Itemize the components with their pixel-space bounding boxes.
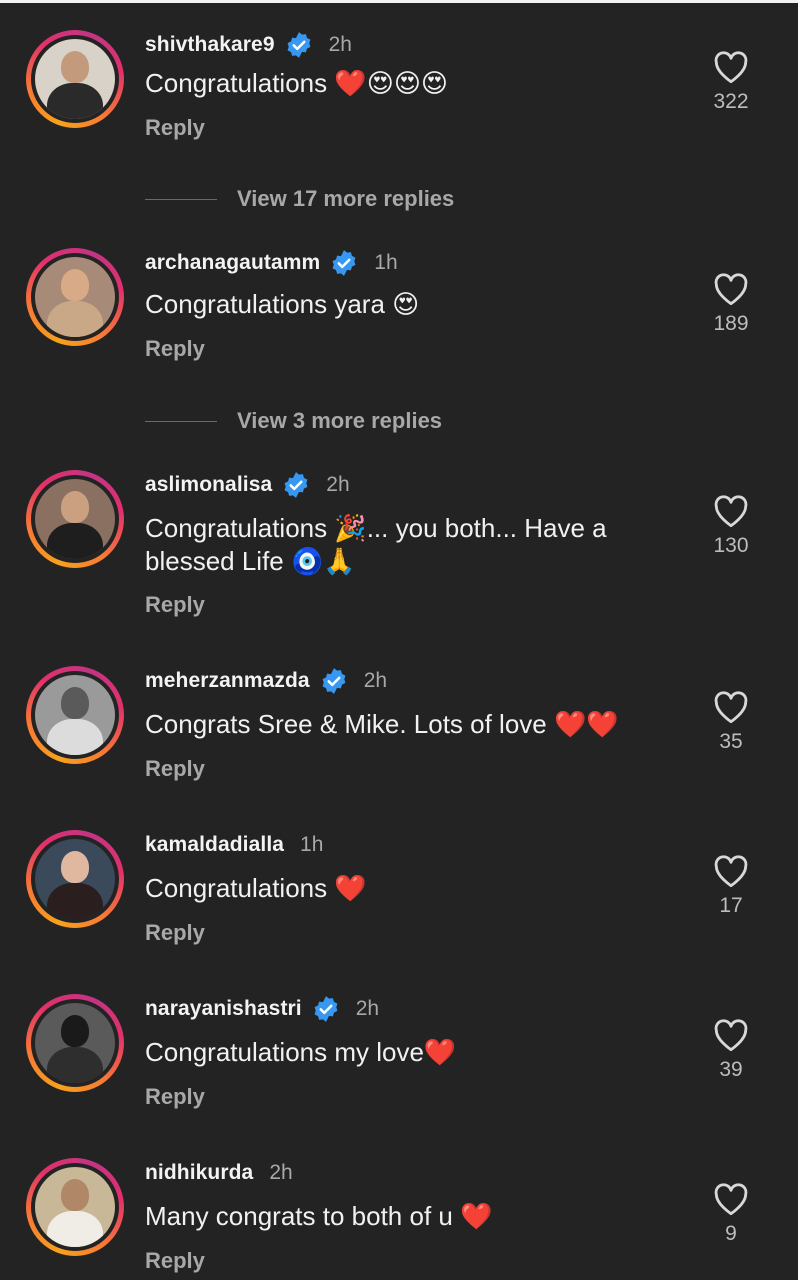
avatar-story-ring[interactable] [26, 1158, 124, 1256]
reply-button[interactable]: Reply [145, 756, 205, 782]
heart-outline-icon[interactable] [712, 272, 750, 306]
like-button[interactable]: 35 [708, 690, 754, 754]
like-button[interactable]: 9 [708, 1182, 754, 1246]
comment-time: 2h [269, 1161, 293, 1184]
avatar [35, 675, 115, 755]
comment-text: Congrats Sree & Mike. Lots of love ❤️❤️ [145, 709, 619, 739]
comment-username[interactable]: meherzanmazda [145, 669, 310, 693]
avatar [35, 39, 115, 119]
avatar-story-ring[interactable] [26, 666, 124, 764]
comment-username[interactable]: kamaldadialla [145, 833, 284, 857]
heart-outline-icon[interactable] [712, 1018, 750, 1052]
comment-text: Congratulations my love❤️ [145, 1037, 457, 1067]
like-button[interactable]: 39 [708, 1018, 754, 1082]
reply-button[interactable]: Reply [145, 920, 205, 946]
like-count: 9 [725, 1222, 737, 1245]
reply-button[interactable]: Reply [145, 1248, 205, 1274]
reply-button[interactable]: Reply [145, 592, 205, 618]
reply-button[interactable]: Reply [145, 115, 205, 141]
verified-badge-icon [287, 32, 311, 58]
heart-outline-icon[interactable] [712, 1182, 750, 1216]
view-more-replies-label[interactable]: View 3 more replies [237, 408, 442, 434]
like-count: 130 [713, 534, 749, 557]
comment-text: Many congrats to both of u ❤️ [145, 1201, 493, 1231]
avatar [35, 839, 115, 919]
heart-outline-icon[interactable] [712, 494, 750, 528]
heart-outline-icon[interactable] [712, 690, 750, 724]
verified-badge-icon [332, 250, 356, 276]
avatar [35, 479, 115, 559]
verified-badge-icon [314, 996, 338, 1022]
view-more-replies-label[interactable]: View 17 more replies [237, 186, 454, 212]
comment-time: 2h [355, 997, 380, 1020]
avatar-story-ring[interactable] [26, 830, 124, 928]
comment-text: Congratulations yara 😍 [145, 289, 420, 319]
view-more-replies[interactable]: View 17 more replies [145, 184, 454, 214]
reply-button[interactable]: Reply [145, 1084, 205, 1110]
avatar [35, 1167, 115, 1247]
comment-username[interactable]: archanagautamm [145, 251, 320, 275]
verified-badge-icon [284, 472, 308, 498]
comment-username[interactable]: shivthakare9 [145, 33, 275, 57]
avatar [35, 1003, 115, 1083]
comment-time: 2h [363, 669, 388, 692]
avatar-story-ring[interactable] [26, 30, 124, 128]
comment-username[interactable]: aslimonalisa [145, 473, 272, 497]
heart-outline-icon[interactable] [712, 50, 750, 84]
like-button[interactable]: 17 [708, 854, 754, 918]
view-more-replies[interactable]: View 3 more replies [145, 406, 442, 436]
avatar [35, 257, 115, 337]
avatar-story-ring[interactable] [26, 994, 124, 1092]
comment-time: 1h [300, 833, 324, 856]
like-button[interactable]: 130 [708, 494, 754, 558]
comment-time: 2h [326, 473, 350, 496]
comment-username[interactable]: narayanishastri [145, 997, 302, 1021]
like-button[interactable]: 322 [708, 50, 754, 114]
like-count: 35 [719, 730, 743, 753]
comment-text: Congratulations ❤️😍😍😍 [145, 68, 449, 98]
like-count: 322 [713, 90, 749, 113]
like-count: 17 [719, 894, 743, 917]
comment-text: Congratulations ❤️ [145, 873, 367, 903]
heart-outline-icon[interactable] [712, 854, 750, 888]
comment-time: 1h [374, 251, 398, 274]
like-count: 189 [713, 312, 749, 335]
comment-username[interactable]: nidhikurda [145, 1161, 253, 1185]
top-divider [0, 0, 798, 3]
comment-text: Congratulations 🎉... you both... Have a … [145, 513, 607, 576]
like-count: 39 [719, 1058, 743, 1081]
verified-badge-icon [322, 668, 346, 694]
like-button[interactable]: 189 [708, 272, 754, 336]
avatar-story-ring[interactable] [26, 470, 124, 568]
reply-button[interactable]: Reply [145, 336, 205, 362]
avatar-story-ring[interactable] [26, 248, 124, 346]
comment-time: 2h [328, 33, 352, 56]
